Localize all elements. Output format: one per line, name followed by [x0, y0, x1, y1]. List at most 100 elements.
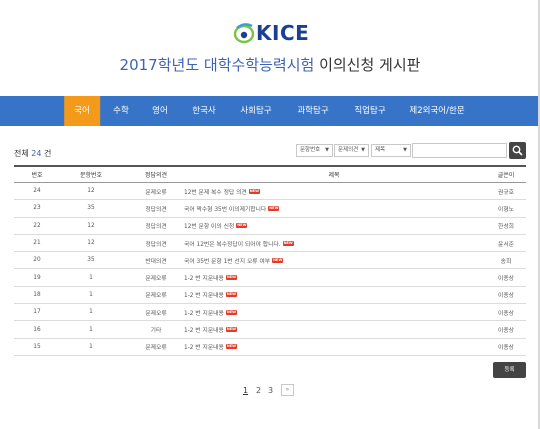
post-count-value: 24 — [31, 149, 42, 158]
page-2-link[interactable]: 2 — [256, 386, 261, 395]
page-title: 2017학년도 대학수학능력시험 이의신청 게시판 — [0, 54, 540, 75]
row-author: 이종상 — [498, 328, 514, 335]
logo-text: KICE — [256, 21, 310, 45]
row-author: 권규호 — [498, 189, 514, 196]
header-no: 번호 — [31, 172, 43, 179]
new-badge: NEW — [282, 240, 294, 246]
next-page-button[interactable]: » — [281, 384, 294, 396]
row-question: 1 — [89, 291, 93, 298]
row-question: 1 — [89, 343, 93, 350]
row-title: 12번 문제 복수 정답 의견 NEW — [184, 183, 484, 199]
row-title-link[interactable]: 1-2 번 지문내용 — [184, 325, 224, 334]
table-row[interactable]: 24 12 문제오류 12번 문제 복수 정답 의견 NEW 권규호 — [14, 183, 526, 201]
row-title-link[interactable]: 12번 문항 이의 신청 — [184, 221, 234, 230]
header-title: 제목 — [328, 172, 340, 179]
table-row[interactable]: 18 1 문제오류 1-2 번 지문내용 NEW 이종상 — [14, 287, 526, 305]
row-author: 이형노 — [498, 206, 514, 213]
page-title-board: 이의신청 게시판 — [319, 56, 421, 74]
header-question: 문항번호 — [79, 172, 103, 179]
search-button[interactable] — [509, 142, 526, 159]
tab-social-studies[interactable]: 사회탐구 — [230, 96, 281, 126]
row-no: 22 — [33, 222, 41, 229]
page-3-link[interactable]: 3 — [268, 386, 273, 395]
tab-science[interactable]: 과학탐구 — [287, 96, 338, 126]
row-opinion: 기타 — [150, 328, 162, 335]
row-opinion: 문제오류 — [145, 276, 167, 283]
row-author: 송희 — [500, 258, 512, 265]
tab-korean-history[interactable]: 한국사 — [182, 96, 225, 126]
row-author: 윤서준 — [498, 241, 514, 248]
opinion-filter-value: 문제의견 — [338, 147, 359, 153]
page-1-link[interactable]: 1 — [243, 386, 248, 395]
row-title: 국어 짝수형 35번 이의제기합니다 NEW — [184, 200, 484, 216]
question-filter-select[interactable]: 문항번호 ▼ — [296, 144, 333, 157]
new-badge: NEW — [236, 223, 248, 229]
row-title: 1-2 번 지문내용 NEW — [184, 339, 484, 355]
row-opinion: 문제오류 — [145, 345, 167, 352]
row-question: 12 — [87, 222, 95, 229]
opinion-filter-select[interactable]: 문제의견 ▼ — [334, 144, 369, 157]
row-no: 16 — [33, 326, 41, 333]
row-opinion: 문제오류 — [145, 189, 167, 196]
row-author: 이종상 — [498, 276, 514, 283]
row-no: 24 — [33, 188, 41, 195]
table-row[interactable]: 20 35 반대의견 국어 35번 문항 1번 선지 오류 여부 NEW 송희 — [14, 252, 526, 270]
row-title-link[interactable]: 12번 문제 복수 정답 의견 — [184, 187, 247, 196]
table-row[interactable]: 17 1 문제오류 1-2 번 지문내용 NEW 이종상 — [14, 304, 526, 322]
tab-math[interactable]: 수학 — [103, 96, 139, 126]
row-opinion: 정답의견 — [145, 241, 167, 248]
row-title-link[interactable]: 1-2 번 지문내용 — [184, 290, 224, 299]
row-title-link[interactable]: 1-2 번 지문내용 — [184, 308, 224, 317]
row-no: 23 — [33, 205, 41, 212]
row-no: 21 — [33, 240, 41, 247]
table-row[interactable]: 19 1 문제오류 1-2 번 지문내용 NEW 이종상 — [14, 269, 526, 287]
new-badge: NEW — [225, 344, 238, 350]
chevron-down-icon: ▼ — [361, 147, 365, 153]
tab-vocational[interactable]: 직업탐구 — [344, 96, 395, 126]
chevron-down-icon: ▼ — [403, 147, 407, 153]
row-title-link[interactable]: 1-2 번 지문내용 — [184, 273, 224, 282]
post-count-suffix: 건 — [44, 149, 52, 158]
tab-second-foreign-language[interactable]: 제2외국어/한문 — [399, 96, 474, 126]
kice-logo[interactable]: KICE — [232, 18, 312, 50]
row-title: 1-2 번 지문내용 NEW — [184, 269, 484, 285]
row-title-link[interactable]: 국어 35번 문항 1번 선지 오류 여부 — [184, 256, 270, 265]
row-question: 12 — [87, 240, 95, 247]
post-count: 전체 24 건 — [14, 148, 51, 159]
write-button[interactable]: 등록 — [493, 362, 526, 378]
row-no: 17 — [33, 309, 41, 316]
new-badge: NEW — [268, 205, 280, 211]
row-question: 1 — [89, 326, 93, 333]
header-opinion: 정답의견 — [144, 172, 168, 179]
row-title-link[interactable]: 국어 짝수형 35번 이의제기합니다 — [184, 204, 266, 213]
row-title: 국어 12번은 복수정답이 되어야 합니다. NEW — [184, 235, 484, 251]
header-author: 글쓴이 — [497, 172, 515, 179]
row-opinion: 문제오류 — [145, 293, 167, 300]
row-title-link[interactable]: 1-2 번 지문내용 — [184, 342, 224, 351]
search-field-value: 제목 — [375, 147, 386, 153]
new-badge: NEW — [225, 275, 238, 281]
table-row[interactable]: 23 35 정답의견 국어 짝수형 35번 이의제기합니다 NEW 이형노 — [14, 200, 526, 218]
table-header: 번호 문항번호 정답의견 제목 글쓴이 — [14, 167, 526, 183]
tab-english[interactable]: 영어 — [142, 96, 178, 126]
row-title: 12번 문항 이의 신청 NEW — [184, 218, 484, 234]
row-no: 15 — [33, 343, 41, 350]
page-title-year: 2017학년도 대학수학능력시험 — [119, 56, 315, 74]
table-row[interactable]: 22 12 정답의견 12번 문항 이의 신청 NEW 한성희 — [14, 218, 526, 235]
table-row[interactable]: 21 12 정답의견 국어 12번은 복수정답이 되어야 합니다. NEW 윤서준 — [14, 235, 526, 253]
row-no: 19 — [33, 274, 41, 281]
question-filter-value: 문항번호 — [300, 147, 321, 153]
row-question: 35 — [87, 257, 95, 264]
tab-korean[interactable]: 국어 — [64, 96, 100, 126]
new-badge: NEW — [225, 309, 238, 315]
row-title: 국어 35번 문항 1번 선지 오류 여부 NEW — [184, 252, 484, 268]
row-question: 1 — [89, 274, 93, 281]
search-input[interactable] — [412, 143, 507, 158]
row-title-link[interactable]: 국어 12번은 복수정답이 되어야 합니다. — [184, 239, 281, 248]
row-title: 1-2 번 지문내용 NEW — [184, 287, 484, 303]
search-field-select[interactable]: 제목 ▼ — [371, 144, 411, 157]
kice-logo-icon — [233, 23, 255, 44]
table-row[interactable]: 16 1 기타 1-2 번 지문내용 NEW 이종상 — [14, 321, 526, 339]
post-count-prefix: 전체 — [14, 149, 29, 158]
table-row[interactable]: 15 1 문제오류 1-2 번 지문내용 NEW 이종상 — [14, 339, 526, 356]
